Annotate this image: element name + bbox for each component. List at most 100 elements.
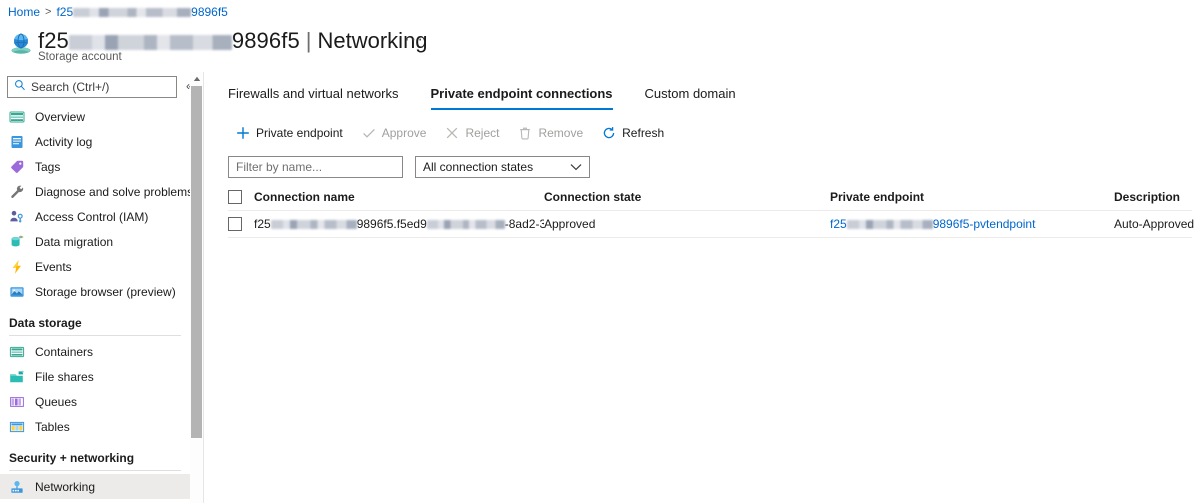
cell-description: Auto-Approved <box>1114 217 1195 231</box>
diagnose-icon <box>9 184 25 200</box>
command-bar: Private endpoint Approve Reject Remove R… <box>228 122 675 144</box>
sidebar-item-queues[interactable]: Queues <box>0 389 190 414</box>
approve-button[interactable]: Approve <box>354 122 438 144</box>
tags-icon <box>9 159 25 175</box>
check-icon <box>362 126 376 140</box>
command-label: Refresh <box>622 126 665 140</box>
row-checkbox[interactable] <box>228 217 242 231</box>
divider <box>9 470 181 471</box>
queues-icon <box>9 394 25 410</box>
containers-icon <box>9 344 25 360</box>
command-label: Reject <box>465 126 500 140</box>
sidebar-item-overview[interactable]: Overview <box>0 104 190 129</box>
networking-icon <box>9 479 25 495</box>
sidebar-item-storage-browser[interactable]: Storage browser (preview) <box>0 279 190 304</box>
sidebar-item-label: Containers <box>35 344 94 359</box>
sidebar-item-label: Data migration <box>35 234 114 249</box>
breadcrumb: Home > f25 9896f5 <box>8 5 228 19</box>
filter-by-name-input[interactable]: Filter by name... <box>228 156 403 178</box>
search-placeholder: Search (Ctrl+/) <box>31 80 110 94</box>
sidebar-item-label: File shares <box>35 369 94 384</box>
scroll-up-icon[interactable] <box>190 72 203 85</box>
sidebar-item-events[interactable]: Events <box>0 254 190 279</box>
connection-state-dropdown[interactable]: All connection states <box>415 156 590 178</box>
sidebar-item-networking[interactable]: Networking <box>0 474 190 499</box>
redacted-text <box>846 220 933 230</box>
sidebar-item-label: Tags <box>35 159 61 174</box>
sidebar-nav: Overview Activity log Tags Diagnose and … <box>0 104 194 499</box>
select-all-checkbox[interactable] <box>228 190 242 204</box>
file-shares-icon <box>9 369 25 385</box>
filter-bar: Filter by name... All connection states <box>228 156 590 178</box>
page-title-separator: | <box>305 28 312 53</box>
connection-state-value: All connection states <box>423 160 534 174</box>
table-header-row: Connection name Connection state Private… <box>228 184 1192 211</box>
trash-icon <box>518 126 532 140</box>
sidebar-item-label: Queues <box>35 394 78 409</box>
azure-portal-networking-page: Home > f25 9896f5 f25 9896f5 | Networking … <box>0 0 1200 503</box>
events-icon <box>9 259 25 275</box>
breadcrumb-resource[interactable]: f25 9896f5 <box>56 5 227 19</box>
column-header-private-endpoint[interactable]: Private endpoint <box>830 190 1114 204</box>
filter-placeholder: Filter by name... <box>236 160 323 174</box>
breadcrumb-home[interactable]: Home <box>8 5 40 19</box>
cell-connection-name: f259896f5.f5ed9-8ad2-387... <box>254 217 544 231</box>
sidebar-item-label: Activity log <box>35 134 93 149</box>
sidebar-item-file-shares[interactable]: File shares <box>0 364 190 389</box>
scrollbar-thumb[interactable] <box>191 86 202 438</box>
more-options-button[interactable]: ··· <box>404 30 424 47</box>
table-row[interactable]: f259896f5.f5ed9-8ad2-387... Approved f25… <box>228 211 1195 238</box>
sidebar-scrollbar[interactable] <box>190 72 203 503</box>
sidebar-item-label: Access Control (IAM) <box>35 209 149 224</box>
sidebar-item-diagnose-and-solve-problems[interactable]: Diagnose and solve problems <box>0 179 194 204</box>
data-migration-icon <box>9 234 25 250</box>
command-label: Private endpoint <box>256 126 343 140</box>
sidebar-item-data-migration[interactable]: Data migration <box>0 229 190 254</box>
sidebar-item-containers[interactable]: Containers <box>0 339 190 364</box>
sidebar-item-label: Networking <box>35 479 96 494</box>
refresh-button[interactable]: Refresh <box>594 122 675 144</box>
main-content: Firewalls and virtual networks Private e… <box>204 72 1200 503</box>
private-endpoint-connections-table: Connection name Connection state Private… <box>228 184 1195 238</box>
sidebar-group-security-networking: Security + networking <box>9 451 135 465</box>
overview-icon <box>9 109 25 125</box>
sidebar-item-activity-log[interactable]: Activity log <box>0 129 190 154</box>
sidebar-item-label: Storage browser (preview) <box>35 284 176 299</box>
command-label: Approve <box>381 126 427 140</box>
sidebar-item-tables[interactable]: Tables <box>0 414 190 439</box>
reject-button[interactable]: Reject <box>437 122 510 144</box>
sidebar-group-data-storage: Data storage <box>9 316 82 330</box>
sidebar: Search (Ctrl+/) « Overview <box>0 72 204 503</box>
redacted-text <box>73 8 192 18</box>
column-header-description[interactable]: Description <box>1114 190 1192 204</box>
column-header-connection-state[interactable]: Connection state <box>544 190 830 204</box>
sidebar-item-label: Diagnose and solve problems <box>35 184 194 199</box>
cell-private-endpoint[interactable]: f25 9896f5-pvtendpoint <box>830 217 1114 231</box>
sidebar-item-label: Tables <box>35 419 70 434</box>
select-all-checkbox-cell <box>228 190 254 204</box>
sidebar-item-access-control[interactable]: Access Control (IAM) <box>0 204 190 229</box>
search-input[interactable]: Search (Ctrl+/) <box>7 76 177 98</box>
redacted-text <box>270 220 357 230</box>
plus-icon <box>236 126 250 140</box>
tab-private-endpoint-connections[interactable]: Private endpoint connections <box>415 82 629 110</box>
remove-button[interactable]: Remove <box>510 122 594 144</box>
chevron-down-icon <box>570 160 582 174</box>
access-control-icon <box>9 209 25 225</box>
row-checkbox-cell <box>228 217 254 231</box>
storage-browser-icon <box>9 284 25 300</box>
x-icon <box>445 126 459 140</box>
breadcrumb-separator: > <box>45 6 52 18</box>
search-icon <box>14 78 26 96</box>
tables-icon <box>9 419 25 435</box>
sidebar-item-tags[interactable]: Tags <box>0 154 190 179</box>
tab-firewalls-and-virtual-networks[interactable]: Firewalls and virtual networks <box>228 82 415 110</box>
refresh-icon <box>602 126 616 140</box>
private-endpoint-button[interactable]: Private endpoint <box>228 122 354 144</box>
page-subtitle: Storage account <box>38 51 122 63</box>
private-endpoint-link[interactable]: f25 9896f5-pvtendpoint <box>830 217 1035 231</box>
tab-custom-domain[interactable]: Custom domain <box>629 82 752 110</box>
command-label: Remove <box>538 126 584 140</box>
column-header-connection-name[interactable]: Connection name <box>254 190 544 204</box>
sidebar-item-label: Overview <box>35 109 86 124</box>
